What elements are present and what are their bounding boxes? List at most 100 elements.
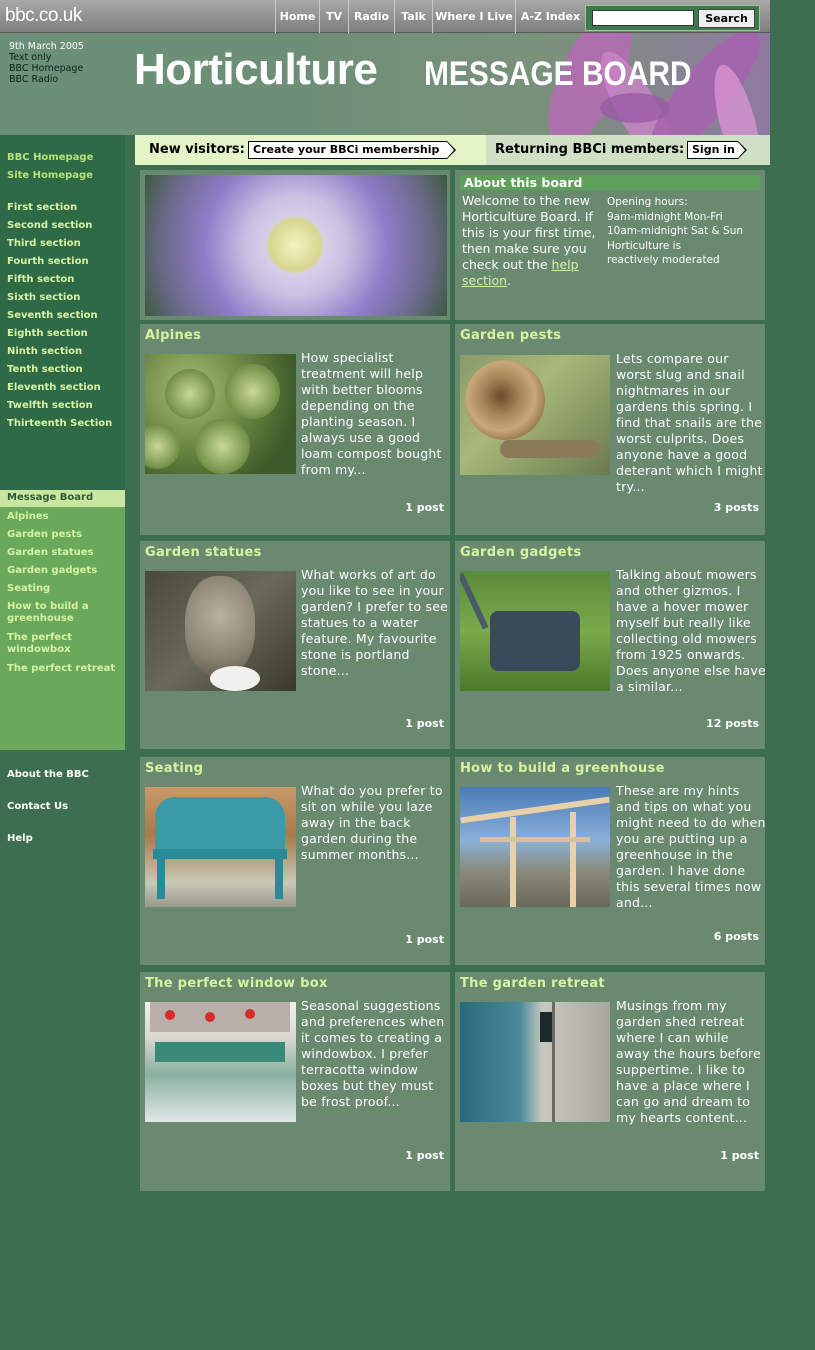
post-count: 1 post <box>405 717 444 730</box>
about-text-period: . <box>507 273 512 288</box>
search-button[interactable]: Search <box>698 9 755 28</box>
board-title[interactable]: Seating <box>145 761 203 776</box>
returning-members-label: Returning BBCi members: <box>495 142 685 157</box>
window-box-image[interactable] <box>145 1002 296 1122</box>
board-description: How specialist treatment will help with … <box>301 350 442 477</box>
nav-az-index[interactable]: A-Z Index <box>515 0 585 33</box>
nav-bbc-homepage[interactable]: BBC Homepage <box>7 152 93 163</box>
red-geranium <box>205 1012 215 1022</box>
nav-where-i-live[interactable]: Where I Live <box>432 0 515 33</box>
board-title[interactable]: Garden pests <box>460 328 561 343</box>
about-bbc-link[interactable]: About the BBC <box>7 769 89 780</box>
board-panel[interactable]: Garden statues What works of art do you … <box>140 541 450 749</box>
nav-radio[interactable]: Radio <box>348 0 394 33</box>
nav-talk[interactable]: Talk <box>394 0 432 33</box>
board-description: What do you prefer to sit on while you l… <box>301 783 443 862</box>
contact-us-link[interactable]: Contact Us <box>7 801 68 812</box>
text-only-link[interactable]: Text only <box>9 52 84 63</box>
flower-center <box>265 215 325 275</box>
board-panel[interactable]: How to build a greenhouse These are my h… <box>455 757 765 965</box>
opening-hours: Opening hours: 9am-midnight Mon-Fri 10am… <box>607 195 763 268</box>
board-title[interactable]: How to build a greenhouse <box>460 761 665 776</box>
banner: 9th March 2005 Text only BBC Homepage BB… <box>0 33 770 135</box>
nav-board[interactable]: How to build a greenhouse <box>7 601 107 625</box>
nav-section[interactable]: Eighth section <box>7 328 88 339</box>
snail-body <box>500 440 600 458</box>
nav-board[interactable]: The perfect windowbox <box>7 632 97 656</box>
timber-post <box>510 817 516 907</box>
board-description: Talking about mowers and other gizmos. I… <box>616 567 766 694</box>
bench-back <box>155 797 285 852</box>
about-board-panel: About this board Welcome to the new Hort… <box>455 170 765 320</box>
nav-board[interactable]: Seating <box>7 583 50 595</box>
nav-section[interactable]: First section <box>7 202 77 213</box>
nav-home[interactable]: Home <box>275 0 319 33</box>
planter-box <box>155 1042 285 1062</box>
search-box: Search <box>585 5 760 31</box>
hours-weekday: 9am-midnight Mon-Fri <box>607 210 723 223</box>
new-visitors-label: New visitors: <box>149 142 245 157</box>
board-panel[interactable]: Alpines How specialist treatment will he… <box>140 324 450 535</box>
nav-section[interactable]: Eleventh section <box>7 382 101 393</box>
statue-image[interactable] <box>145 571 296 691</box>
nav-section[interactable]: Twelfth section <box>7 400 93 411</box>
board-panel[interactable]: Garden pests Lets compare our worst slug… <box>455 324 765 535</box>
white-flower <box>210 666 260 691</box>
board-description: Seasonal suggestions and preferences whe… <box>301 998 445 1109</box>
succulent-rosette <box>145 424 180 469</box>
nav-section[interactable]: Second section <box>7 220 92 231</box>
help-link[interactable]: Help <box>7 833 33 844</box>
nav-board[interactable]: Garden gadgets <box>7 565 97 577</box>
board-title[interactable]: The garden retreat <box>460 976 605 991</box>
bbc-radio-link[interactable]: BBC Radio <box>9 74 84 85</box>
nav-board[interactable]: Alpines <box>7 511 49 523</box>
timber-beam <box>480 837 590 842</box>
banner-info: 9th March 2005 Text only BBC Homepage BB… <box>9 41 84 85</box>
nav-board[interactable]: Garden pests <box>7 529 82 541</box>
board-title[interactable]: Alpines <box>145 328 201 343</box>
board-panel[interactable]: The perfect window box Seasonal suggesti… <box>140 972 450 1191</box>
nav-section[interactable]: Fourth section <box>7 256 89 267</box>
nav-tv[interactable]: TV <box>319 0 348 33</box>
timber-post <box>570 812 576 907</box>
nav-section[interactable]: Seventh section <box>7 310 98 321</box>
snail-shell <box>465 360 545 440</box>
board-panel[interactable]: Seating What do you prefer to sit on whi… <box>140 757 450 965</box>
post-count: 1 post <box>720 1149 759 1162</box>
board-description: These are my hints and tips on what you … <box>616 783 766 910</box>
board-title[interactable]: Garden gadgets <box>460 545 581 560</box>
nav-section[interactable]: Tenth section <box>7 364 83 375</box>
nav-site-homepage[interactable]: Site Homepage <box>7 170 93 181</box>
nav-section[interactable]: Thirteenth Section <box>7 418 112 429</box>
alpine-plant-image[interactable] <box>145 354 296 474</box>
board-title[interactable]: Garden statues <box>145 545 262 560</box>
nav-section[interactable]: Fifth secton <box>7 274 74 285</box>
greenhouse-frame-image[interactable] <box>460 787 610 907</box>
snail-image[interactable] <box>460 355 610 475</box>
blue-bench-image[interactable] <box>145 787 296 907</box>
board-panel[interactable]: The garden retreat Musings from my garde… <box>455 972 765 1191</box>
nav-section[interactable]: Sixth section <box>7 292 80 303</box>
sign-in-button[interactable]: Sign in <box>687 141 747 159</box>
timber-beam <box>460 796 610 824</box>
nav-board[interactable]: Garden statues <box>7 547 94 559</box>
red-geranium <box>245 1009 255 1019</box>
shed-door-image[interactable] <box>460 1002 610 1122</box>
search-input[interactable] <box>592 10 694 26</box>
nav-section[interactable]: Ninth section <box>7 346 82 357</box>
nav-section[interactable]: Third section <box>7 238 81 249</box>
door-latch <box>540 1012 552 1042</box>
bbc-logo[interactable]: bbc.co.uk <box>5 5 82 27</box>
board-description: Musings from my garden shed retreat wher… <box>616 998 761 1125</box>
create-membership-button[interactable]: Create your BBCi membership <box>248 141 456 159</box>
page-subtitle: MESSAGE BOARD <box>424 55 692 93</box>
board-title[interactable]: The perfect window box <box>145 976 328 991</box>
statue-face <box>185 576 255 676</box>
message-board-header[interactable]: Message Board <box>0 490 125 507</box>
post-count: 12 posts <box>706 717 759 730</box>
post-count: 6 posts <box>713 930 759 943</box>
bbc-homepage-link[interactable]: BBC Homepage <box>9 63 84 74</box>
nav-board[interactable]: The perfect retreat <box>7 663 115 675</box>
lawn-mower-image[interactable] <box>460 571 610 691</box>
board-panel[interactable]: Garden gadgets Talking about mowers and … <box>455 541 766 749</box>
